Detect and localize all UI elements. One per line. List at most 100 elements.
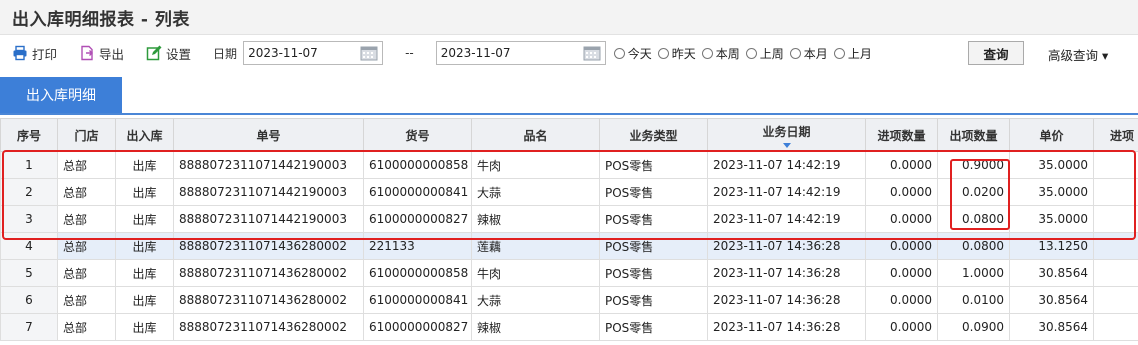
cell-in-amount	[1093, 286, 1138, 314]
radio-circle[interactable]	[657, 47, 669, 59]
export-label: 导出	[99, 46, 125, 62]
calendar-icon[interactable]	[360, 45, 378, 61]
radio-this-month[interactable]: 本月	[789, 45, 828, 62]
cell-inout: 出库	[115, 151, 174, 179]
cell-unit-price: 30.8564	[1009, 259, 1094, 287]
date-to-value: 2023-11-07	[440, 46, 511, 60]
radio-last-month[interactable]: 上月	[833, 45, 872, 62]
cell-order-no: 8888072311071442190003	[173, 178, 364, 206]
query-button[interactable]: 查询	[968, 41, 1024, 65]
cell-store: 总部	[57, 232, 116, 260]
radio-circle[interactable]	[745, 47, 757, 59]
col-header-in-amount[interactable]: 进项	[1093, 118, 1138, 152]
cell-biz-type: POS零售	[599, 178, 708, 206]
cell-item-name: 牛肉	[471, 259, 600, 287]
detail-table: 序号 门店 出入库 单号 货号 品名 业务类型 业务日期 进项数量 出项数量 单…	[0, 118, 1138, 341]
radio-label: 昨天	[671, 46, 696, 61]
cell-in-qty: 0.0000	[865, 232, 938, 260]
cell-out-qty: 0.9000	[937, 151, 1010, 179]
cell-order-no: 8888072311071436280002	[173, 313, 364, 341]
table-row[interactable]: 5 总部 出库 8888072311071436280002 6100000000858…	[0, 259, 1138, 287]
cell-out-qty: 0.0800	[937, 232, 1010, 260]
cell-unit-price: 13.1250	[1009, 232, 1094, 260]
table-row[interactable]: 3 总部 出库 8888072311071442190003 6100000000827…	[0, 205, 1138, 233]
col-header-store[interactable]: 门店	[57, 118, 116, 152]
settings-button[interactable]: 设置	[146, 44, 191, 63]
table-row[interactable]: 4 总部 出库 8888072311071436280002 221133 莲藕 POS零售…	[0, 232, 1138, 260]
cell-biz-type: POS零售	[599, 259, 708, 287]
radio-circle[interactable]	[701, 47, 713, 59]
cell-in-amount	[1093, 313, 1138, 341]
cell-unit-price: 35.0000	[1009, 151, 1094, 179]
radio-today[interactable]: 今天	[613, 45, 652, 62]
cell-biz-type: POS零售	[599, 286, 708, 314]
radio-label: 本周	[715, 46, 740, 61]
cell-out-qty: 1.0000	[937, 259, 1010, 287]
detail-grid: 序号 门店 出入库 单号 货号 品名 业务类型 业务日期 进项数量 出项数量 单…	[0, 118, 1138, 341]
radio-yesterday[interactable]: 昨天	[657, 45, 696, 62]
cell-in-qty: 0.0000	[865, 286, 938, 314]
cell-out-qty: 0.0900	[937, 313, 1010, 341]
table-row[interactable]: 2 总部 出库 8888072311071442190003 6100000000841…	[0, 178, 1138, 206]
col-header-out-qty[interactable]: 出项数量	[937, 118, 1010, 152]
edit-settings-icon	[146, 45, 162, 61]
cell-seq: 6	[0, 286, 58, 314]
biz-date-header-label: 业务日期	[762, 124, 811, 139]
cell-store: 总部	[57, 151, 116, 179]
export-icon	[81, 45, 94, 61]
cell-out-qty: 0.0200	[937, 178, 1010, 206]
radio-label: 本月	[803, 46, 828, 61]
table-row[interactable]: 7 总部 出库 8888072311071436280002 6100000000827…	[0, 313, 1138, 341]
cell-biz-date: 2023-11-07 14:36:28	[707, 259, 866, 287]
cell-unit-price: 30.8564	[1009, 313, 1094, 341]
cell-order-no: 8888072311071436280002	[173, 286, 364, 314]
col-header-biz-type[interactable]: 业务类型	[599, 118, 708, 152]
date-to-field[interactable]: 2023-11-07	[435, 41, 606, 65]
print-label: 打印	[32, 46, 58, 62]
col-header-in-qty[interactable]: 进项数量	[865, 118, 938, 152]
col-header-item-name[interactable]: 品名	[471, 118, 600, 152]
cell-out-qty: 0.0100	[937, 286, 1010, 314]
cell-biz-date: 2023-11-07 14:42:19	[707, 205, 866, 233]
col-header-unit-price[interactable]: 单价	[1009, 118, 1094, 152]
radio-last-week[interactable]: 上周	[745, 45, 784, 62]
cell-in-qty: 0.0000	[865, 151, 938, 179]
radio-this-week[interactable]: 本周	[701, 45, 740, 62]
radio-circle[interactable]	[613, 47, 625, 59]
cell-in-qty: 0.0000	[865, 205, 938, 233]
date-from-field[interactable]: 2023-11-07	[243, 41, 384, 65]
page-title: 出入库明细报表 - 列表	[12, 9, 190, 30]
table-body: 1 总部 出库 8888072311071442190003 6100000000858…	[0, 151, 1138, 341]
cell-in-amount	[1093, 259, 1138, 287]
cell-inout: 出库	[115, 205, 174, 233]
col-header-biz-date[interactable]: 业务日期	[707, 118, 866, 152]
settings-label: 设置	[166, 46, 192, 62]
col-header-item-no[interactable]: 货号	[363, 118, 472, 152]
cell-in-amount	[1093, 178, 1138, 206]
table-row[interactable]: 1 总部 出库 8888072311071442190003 6100000000858…	[0, 151, 1138, 179]
tab-inout-detail[interactable]: 出入库明细	[0, 77, 122, 113]
radio-label: 上周	[759, 46, 784, 61]
cell-biz-date: 2023-11-07 14:42:19	[707, 151, 866, 179]
radio-circle[interactable]	[789, 47, 801, 59]
col-header-order-no[interactable]: 单号	[173, 118, 364, 152]
radio-circle[interactable]	[833, 47, 845, 59]
table-header-row: 序号 门店 出入库 单号 货号 品名 业务类型 业务日期 进项数量 出项数量 单…	[0, 118, 1138, 152]
cell-seq: 7	[0, 313, 58, 341]
date-label: 日期	[213, 46, 238, 61]
export-button[interactable]: 导出	[79, 44, 124, 63]
col-header-seq[interactable]: 序号	[0, 118, 58, 152]
table-row[interactable]: 6 总部 出库 8888072311071436280002 6100000000841…	[0, 286, 1138, 314]
radio-label: 上月	[847, 46, 872, 61]
cell-store: 总部	[57, 178, 116, 206]
cell-seq: 5	[0, 259, 58, 287]
calendar-icon[interactable]	[583, 45, 601, 61]
cell-seq: 3	[0, 205, 58, 233]
title-bar: 出入库明细报表 - 列表	[0, 0, 1138, 35]
tab-bar: 出入库明细	[0, 71, 1138, 115]
col-header-inout[interactable]: 出入库	[115, 118, 174, 152]
cell-item-no: 6100000000841	[363, 178, 472, 206]
advanced-query-dropdown[interactable]: 高级查询 ▾	[1048, 45, 1108, 64]
cell-item-no: 6100000000827	[363, 205, 472, 233]
print-button[interactable]: 打印	[12, 44, 57, 63]
